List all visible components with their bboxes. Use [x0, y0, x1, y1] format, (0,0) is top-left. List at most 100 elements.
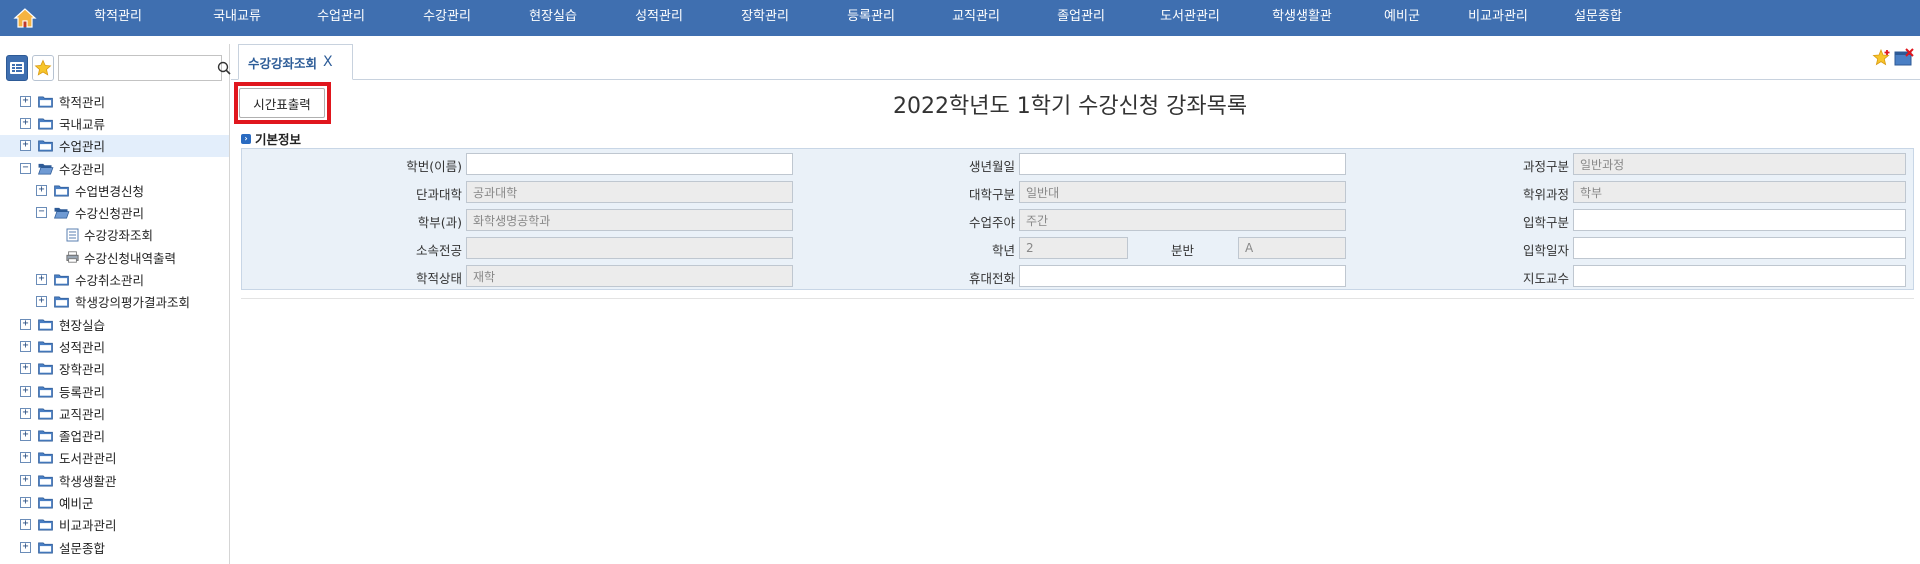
content-area: 수강강좌조회 X 시간표출력 2022학년도 1학기 수강신청 강좌목록 › 기…	[231, 36, 1920, 564]
tree-item[interactable]: + 비교과관리	[0, 514, 229, 536]
print-timetable-button[interactable]: 시간표출력	[239, 88, 325, 118]
expand-icon[interactable]: +	[20, 95, 31, 107]
admission-type-field[interactable]	[1573, 209, 1906, 231]
admission-date-field[interactable]	[1573, 237, 1906, 259]
tree-item[interactable]: + 장학관리	[0, 358, 229, 380]
expand-icon[interactable]: +	[20, 474, 31, 486]
expand-icon[interactable]: +	[20, 140, 31, 152]
expand-icon[interactable]: +	[20, 117, 31, 129]
favorites-button[interactable]	[32, 55, 54, 81]
menu-tree-icon	[10, 62, 24, 74]
expand-icon[interactable]: +	[20, 385, 31, 397]
menu-item-설문종합[interactable]: 설문종합	[1550, 0, 1646, 36]
tree-item[interactable]: + 등록관리	[0, 380, 229, 402]
tree-item-label: 수강강좌조회	[84, 228, 154, 244]
birth-date-field[interactable]	[1019, 153, 1346, 175]
tree-item-label: 국내교류	[59, 116, 106, 132]
department-field	[466, 209, 793, 231]
student-id-field[interactable]	[466, 153, 793, 175]
univ-type-field	[1019, 181, 1346, 203]
page-title: 2022학년도 1학기 수강신청 강좌목록	[893, 94, 1248, 119]
tree-item[interactable]: + 수업변경신청	[0, 179, 229, 201]
folder-icon	[38, 430, 53, 442]
menu-item-수강관리[interactable]: 수강관리	[394, 0, 500, 36]
folder-icon	[54, 185, 69, 197]
menu-item-예비군[interactable]: 예비군	[1358, 0, 1446, 36]
tree-item[interactable]: 수강강좌조회	[0, 224, 229, 246]
tree-item[interactable]: + 도서관관리	[0, 447, 229, 469]
menu-item-장학관리[interactable]: 장학관리	[712, 0, 818, 36]
label-mobile: 휴대전화	[968, 271, 1015, 286]
expand-icon[interactable]: +	[36, 296, 47, 308]
label-status: 학적상태	[415, 271, 462, 286]
day-night-field	[1019, 209, 1346, 231]
tree-item[interactable]: + 수강취소관리	[0, 268, 229, 290]
folder-icon	[38, 118, 53, 130]
close-all-tabs-button[interactable]	[1894, 48, 1914, 68]
menu-item-도서관관리[interactable]: 도서관관리	[1134, 0, 1246, 36]
expand-icon[interactable]: +	[20, 452, 31, 464]
expand-icon[interactable]: +	[20, 519, 31, 531]
folder-icon	[38, 408, 53, 420]
tree-item[interactable]: + 학생강의평가결과조회	[0, 291, 229, 313]
label-college: 단과대학	[415, 187, 462, 202]
course-grid-header-line	[241, 298, 1914, 299]
advisor-field[interactable]	[1573, 265, 1906, 287]
expand-icon[interactable]: +	[20, 318, 31, 330]
tree-item[interactable]: 수강신청내역출력	[0, 246, 229, 268]
expand-icon[interactable]: +	[20, 363, 31, 375]
menu-item-학적관리[interactable]: 학적관리	[50, 0, 186, 36]
favorites-star-icon	[34, 59, 52, 76]
sidebar-toolbar	[6, 54, 231, 82]
tree-item[interactable]: + 성적관리	[0, 335, 229, 357]
section-title: › 기본정보	[241, 129, 301, 148]
tree-item[interactable]: + 설문종합	[0, 536, 229, 558]
tab-label: 수강강좌조회	[248, 55, 318, 71]
tree-item[interactable]: + 예비군	[0, 491, 229, 513]
label-major: 소속전공	[415, 243, 462, 258]
tab-close-button[interactable]: X	[323, 54, 333, 70]
expand-icon[interactable]: +	[36, 184, 47, 196]
expand-icon[interactable]: +	[20, 430, 31, 442]
menu-item-등록관리[interactable]: 등록관리	[818, 0, 924, 36]
tree-item[interactable]: − 수강관리	[0, 157, 229, 179]
tree-item[interactable]: − 수강신청관리	[0, 201, 229, 223]
tree-item[interactable]: + 국내교류	[0, 112, 229, 134]
expand-icon[interactable]: +	[20, 541, 31, 553]
tree-item[interactable]: + 학생생활관	[0, 469, 229, 491]
expand-icon[interactable]: +	[20, 407, 31, 419]
grade-field	[1019, 237, 1128, 259]
tree-item[interactable]: + 졸업관리	[0, 424, 229, 446]
expand-icon[interactable]: +	[20, 340, 31, 352]
menu-item-현장실습[interactable]: 현장실습	[500, 0, 606, 36]
menu-tree-button[interactable]	[6, 55, 28, 81]
mobile-phone-field[interactable]	[1019, 265, 1346, 287]
menu-item-학생생활관[interactable]: 학생생활관	[1246, 0, 1358, 36]
folder-icon	[38, 96, 53, 108]
tree-item[interactable]: + 교직관리	[0, 402, 229, 424]
collapse-icon[interactable]: −	[20, 162, 31, 174]
menu-item-국내교류[interactable]: 국내교류	[186, 0, 288, 36]
label-admission-type: 입학구분	[1522, 215, 1569, 230]
menu-item-수업관리[interactable]: 수업관리	[288, 0, 394, 36]
tree-item-label: 학생생활관	[59, 473, 117, 489]
home-button[interactable]	[0, 0, 50, 36]
tree-item[interactable]: + 수업관리	[0, 134, 229, 157]
menu-search-input[interactable]	[59, 56, 217, 80]
tree-item[interactable]: + 학적관리	[0, 90, 229, 112]
search-icon[interactable]	[217, 61, 231, 75]
expand-icon[interactable]: +	[36, 274, 47, 286]
tree-item-label: 등록관리	[59, 384, 106, 400]
add-favorite-button[interactable]	[1872, 48, 1892, 68]
menu-item-교직관리[interactable]: 교직관리	[924, 0, 1028, 36]
menu-item-성적관리[interactable]: 성적관리	[606, 0, 712, 36]
tree-item-label: 학생강의평가결과조회	[75, 295, 191, 311]
menu-item-비교과관리[interactable]: 비교과관리	[1446, 0, 1550, 36]
tab-수강강좌조회[interactable]: 수강강좌조회 X	[238, 44, 353, 80]
tree-item[interactable]: + 현장실습	[0, 313, 229, 335]
expand-icon[interactable]: +	[20, 496, 31, 508]
label-univ-type: 대학구분	[968, 187, 1015, 202]
collapse-icon[interactable]: −	[36, 207, 47, 219]
menu-item-졸업관리[interactable]: 졸업관리	[1028, 0, 1134, 36]
tree-item-label: 졸업관리	[59, 429, 106, 445]
